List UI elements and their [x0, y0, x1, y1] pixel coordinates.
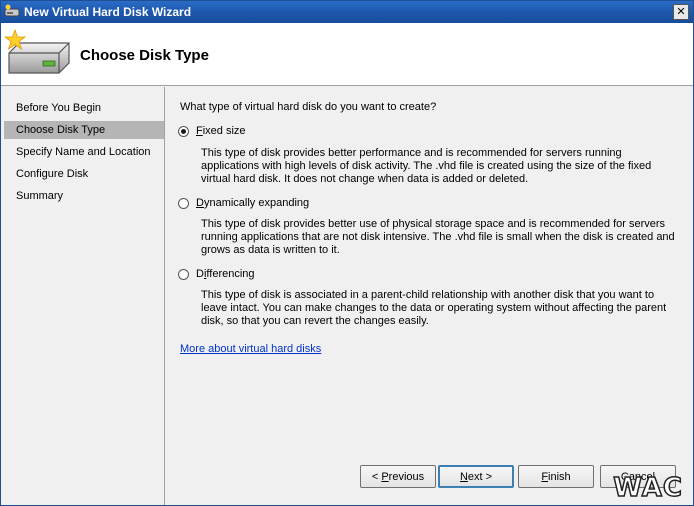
step-choose-disk-type[interactable]: Choose Disk Type [4, 121, 164, 139]
wac-watermark: WAC [613, 472, 683, 504]
fixed-size-radio[interactable] [178, 126, 189, 137]
differencing-label-text: fferencing [206, 268, 255, 280]
virtual-hard-disk-icon [3, 29, 70, 74]
title-bar[interactable]: New Virtual Hard Disk Wizard ✕ [1, 1, 693, 23]
close-button[interactable]: ✕ [673, 4, 689, 20]
step-before-you-begin[interactable]: Before You Begin [4, 99, 164, 117]
step-label: Summary [16, 190, 64, 202]
step-summary[interactable]: Summary [4, 187, 164, 205]
previous-button[interactable]: < Previous [360, 465, 436, 488]
step-label: Choose Disk Type [16, 124, 106, 136]
dynamically-expanding-description: This type of disk provides better use of… [201, 218, 675, 256]
finish-text: inish [548, 470, 571, 483]
next-text: ext > [467, 470, 493, 483]
next-accel: N [459, 470, 468, 483]
previous-prefix: < [371, 470, 382, 483]
next-button[interactable]: Next > [438, 465, 514, 488]
step-label: Configure Disk [16, 168, 89, 180]
previous-text: revious [388, 470, 425, 483]
wizard-content: What type of virtual hard disk do you wa… [166, 87, 693, 505]
finish-accel: F [541, 470, 549, 483]
disk-app-icon [4, 4, 20, 17]
dynamically-expanding-label-text: ynamically expanding [203, 197, 310, 209]
fixed-size-label-text: ixed size [202, 125, 246, 137]
page-title: Choose Disk Type [80, 47, 209, 64]
window-title: New Virtual Hard Disk Wizard [24, 5, 192, 19]
step-label: Specify Name and Location [16, 146, 151, 158]
differencing-label-prefix: D [196, 268, 204, 280]
fixed-size-description: This type of disk provides better perfor… [201, 147, 652, 185]
differencing-radio[interactable] [178, 269, 189, 280]
wizard-window: New Virtual Hard Disk Wizard ✕ Choose Di… [0, 0, 694, 506]
more-about-vhd-link[interactable]: More about virtual hard disks [180, 343, 321, 355]
disk-type-question: What type of virtual hard disk do you wa… [180, 101, 437, 113]
differencing-description: This type of disk is associated in a par… [201, 289, 667, 327]
dynamically-expanding-label[interactable]: Dynamically expanding [196, 197, 309, 209]
step-specify-name-and-location[interactable]: Specify Name and Location [4, 143, 164, 161]
previous-accel: P [381, 470, 389, 483]
dynamically-expanding-label-accel: D [196, 197, 204, 209]
dynamically-expanding-radio[interactable] [178, 198, 189, 209]
fixed-size-label-accel: F [196, 125, 203, 137]
finish-button[interactable]: Finish [518, 465, 594, 488]
step-configure-disk[interactable]: Configure Disk [4, 165, 164, 183]
fixed-size-label[interactable]: Fixed size [196, 125, 246, 137]
differencing-label[interactable]: Differencing [196, 268, 255, 280]
wizard-header: Choose Disk Type [1, 23, 693, 86]
wizard-steps-sidebar: Before You Begin Choose Disk Type Specif… [1, 87, 165, 505]
step-label: Before You Begin [16, 102, 102, 114]
close-icon: ✕ [676, 5, 686, 18]
